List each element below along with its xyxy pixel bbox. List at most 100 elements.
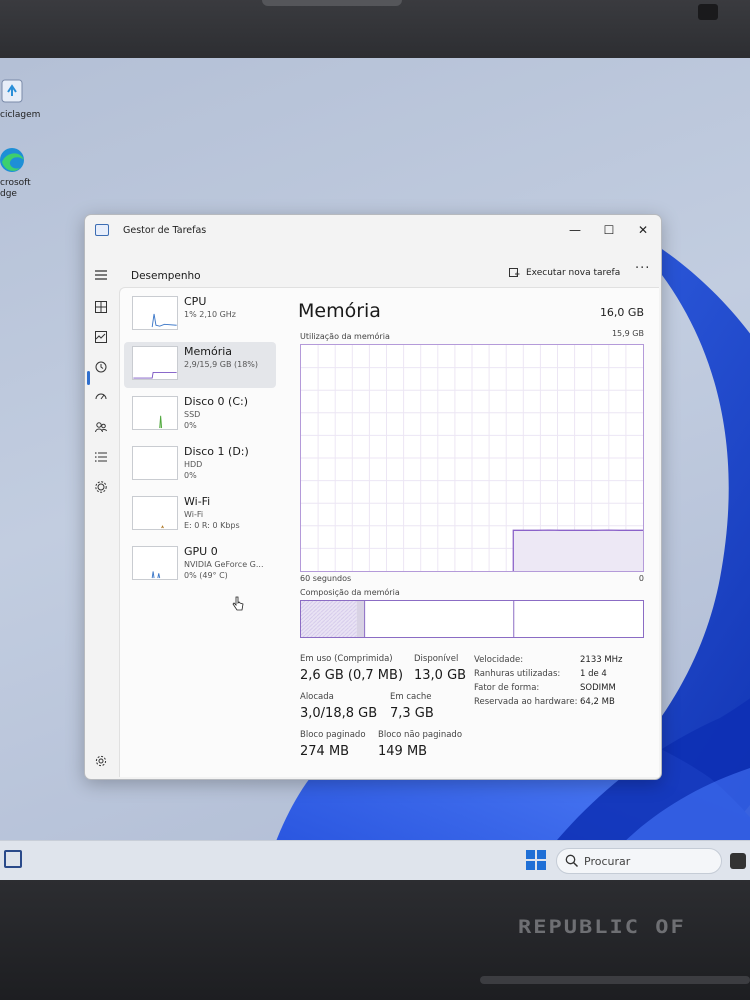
device-detail: HDD xyxy=(184,460,203,469)
maximize-button[interactable]: ☐ xyxy=(595,219,623,241)
memory-composition-label: Composição da memória xyxy=(300,588,400,597)
device-name: CPU xyxy=(184,295,207,308)
hardware-reserved-value: 64,2 MB xyxy=(580,697,615,707)
desktop-icon-recycle-bin[interactable]: ciclagem xyxy=(0,78,48,121)
available-label: Disponível xyxy=(414,654,459,664)
performance-icon[interactable] xyxy=(93,329,109,345)
slots-used-key: Ranhuras utilizadas: xyxy=(474,669,561,679)
windows-start-icon[interactable] xyxy=(526,850,546,870)
memory-usage-max: 15,9 GB xyxy=(611,329,644,338)
memory-composition-bar xyxy=(300,600,644,638)
webcam xyxy=(698,4,718,20)
device-item-memory[interactable]: Memória 2,9/15,9 GB (18%) xyxy=(124,342,276,388)
device-item-disk-0[interactable]: Disco 0 (C:) SSD 0% xyxy=(124,392,276,438)
device-name: Disco 1 (D:) xyxy=(184,445,249,458)
modified-segment xyxy=(356,601,365,637)
wifi-thumbnail-graph xyxy=(132,496,178,530)
device-item-cpu[interactable]: CPU 1% 2,10 GHz xyxy=(124,292,276,338)
taskbar-app-icon[interactable] xyxy=(730,853,746,869)
users-icon[interactable] xyxy=(93,419,109,435)
startup-apps-icon[interactable] xyxy=(93,389,109,405)
device-item-gpu-0[interactable]: GPU 0 NVIDIA GeForce G... 0% (49° C) xyxy=(124,542,276,588)
slots-used-value: 1 de 4 xyxy=(580,669,607,679)
search-placeholder: Procurar xyxy=(584,855,631,868)
laptop-bottom-bezel: REPUBLIC OF xyxy=(0,880,750,1000)
cpu-thumbnail-graph xyxy=(132,296,178,330)
details-icon[interactable] xyxy=(93,449,109,465)
app-history-icon[interactable] xyxy=(93,359,109,375)
memory-usage-graph xyxy=(300,344,644,572)
speed-key: Velocidade: xyxy=(474,655,524,665)
services-icon[interactable] xyxy=(93,479,109,495)
memory-thumbnail-graph xyxy=(132,346,178,380)
gpu-0-thumbnail-graph xyxy=(132,546,178,580)
device-list: CPU 1% 2,10 GHz Memória 2,9/15,9 GB (18%… xyxy=(120,288,280,778)
nav-active-indicator xyxy=(87,371,90,385)
hamburger-menu-icon[interactable] xyxy=(93,267,109,283)
settings-gear-icon[interactable] xyxy=(93,753,109,769)
memory-details-panel: Memória 16,0 GB Utilização da memória 15… xyxy=(294,288,660,778)
nav-rail xyxy=(85,255,117,775)
performance-content: CPU 1% 2,10 GHz Memória 2,9/15,9 GB (18%… xyxy=(119,287,659,777)
title-bar[interactable]: Gestor de Tarefas — ☐ ✕ xyxy=(85,215,661,247)
laptop-top-bezel xyxy=(0,0,750,62)
paged-pool-value: 274 MB xyxy=(300,744,350,759)
device-item-wifi[interactable]: Wi-Fi Wi-Fi E: 0 R: 0 Kbps xyxy=(124,492,276,538)
device-detail: 0% xyxy=(184,471,197,480)
nonpaged-pool-label: Bloco não paginado xyxy=(378,730,463,740)
disk-0-thumbnail-graph xyxy=(132,396,178,430)
search-icon xyxy=(565,854,579,868)
committed-label: Alocada xyxy=(300,692,334,702)
memory-total: 16,0 GB xyxy=(599,306,644,319)
taskbar-search-box[interactable]: Procurar xyxy=(556,848,722,874)
cached-label: Em cache xyxy=(390,692,432,702)
graph-time-end: 0 xyxy=(638,574,644,583)
window-title: Gestor de Tarefas xyxy=(123,225,207,236)
disk-1-thumbnail-graph xyxy=(132,446,178,480)
run-task-icon xyxy=(509,267,520,277)
task-manager-app-icon xyxy=(95,224,109,236)
in-use-label: Em uso (Comprimida) xyxy=(300,654,393,664)
device-detail: SSD xyxy=(184,410,201,419)
edge-icon xyxy=(0,148,24,172)
in-use-value: 2,6 GB (0,7 MB) xyxy=(300,668,404,683)
form-factor-key: Fator de forma: xyxy=(474,683,540,693)
bezel-notch xyxy=(262,0,402,6)
memory-usage-area xyxy=(513,530,643,571)
device-name: Disco 0 (C:) xyxy=(184,395,248,408)
form-factor-value: SODIMM xyxy=(580,683,616,693)
device-item-disk-1[interactable]: Disco 1 (D:) HDD 0% xyxy=(124,442,276,488)
widgets-icon[interactable] xyxy=(4,850,22,868)
taskbar: Procurar xyxy=(0,840,750,880)
paged-pool-label: Bloco paginado xyxy=(300,730,366,740)
nonpaged-pool-value: 149 MB xyxy=(378,744,428,759)
device-detail: Wi-Fi xyxy=(184,510,204,519)
desktop-icon-label: ciclagem xyxy=(0,110,41,120)
mouse-pointer-hand-icon xyxy=(232,596,244,611)
desktop-icon-edge[interactable]: crosoft dge xyxy=(0,146,48,200)
page-title: Desempenho xyxy=(131,270,201,282)
memory-title: Memória xyxy=(298,300,381,322)
more-options-button[interactable]: ··· xyxy=(635,261,650,276)
minimize-button[interactable]: — xyxy=(561,219,589,241)
device-name: GPU 0 xyxy=(184,545,218,558)
close-button[interactable]: ✕ xyxy=(629,219,657,241)
bezel-strip xyxy=(480,976,750,984)
laptop-brand-logo: REPUBLIC OF xyxy=(518,916,686,939)
processes-icon[interactable] xyxy=(93,299,109,315)
available-value: 13,0 GB xyxy=(414,668,467,683)
desktop-screen: ciclagem crosoft dge Gestor de Tarefas —… xyxy=(0,58,750,880)
device-detail: NVIDIA GeForce G... xyxy=(184,560,264,569)
in-use-segment xyxy=(301,601,357,637)
committed-value: 3,0/18,8 GB xyxy=(300,706,378,721)
recycle-bin-icon xyxy=(1,79,23,103)
hardware-reserved-key: Reservada ao hardware: xyxy=(474,697,578,707)
device-detail: 2,9/15,9 GB (18%) xyxy=(184,360,259,369)
run-new-task-button[interactable]: Executar nova tarefa xyxy=(509,264,620,282)
speed-value: 2133 MHz xyxy=(580,655,623,665)
desktop-icon-label: dge xyxy=(0,189,17,199)
device-detail: 0% xyxy=(184,421,197,430)
memory-usage-label: Utilização da memória xyxy=(300,332,390,341)
run-new-task-label: Executar nova tarefa xyxy=(526,268,621,278)
task-manager-window: Gestor de Tarefas — ☐ ✕ Desempenho Execu… xyxy=(84,214,662,780)
